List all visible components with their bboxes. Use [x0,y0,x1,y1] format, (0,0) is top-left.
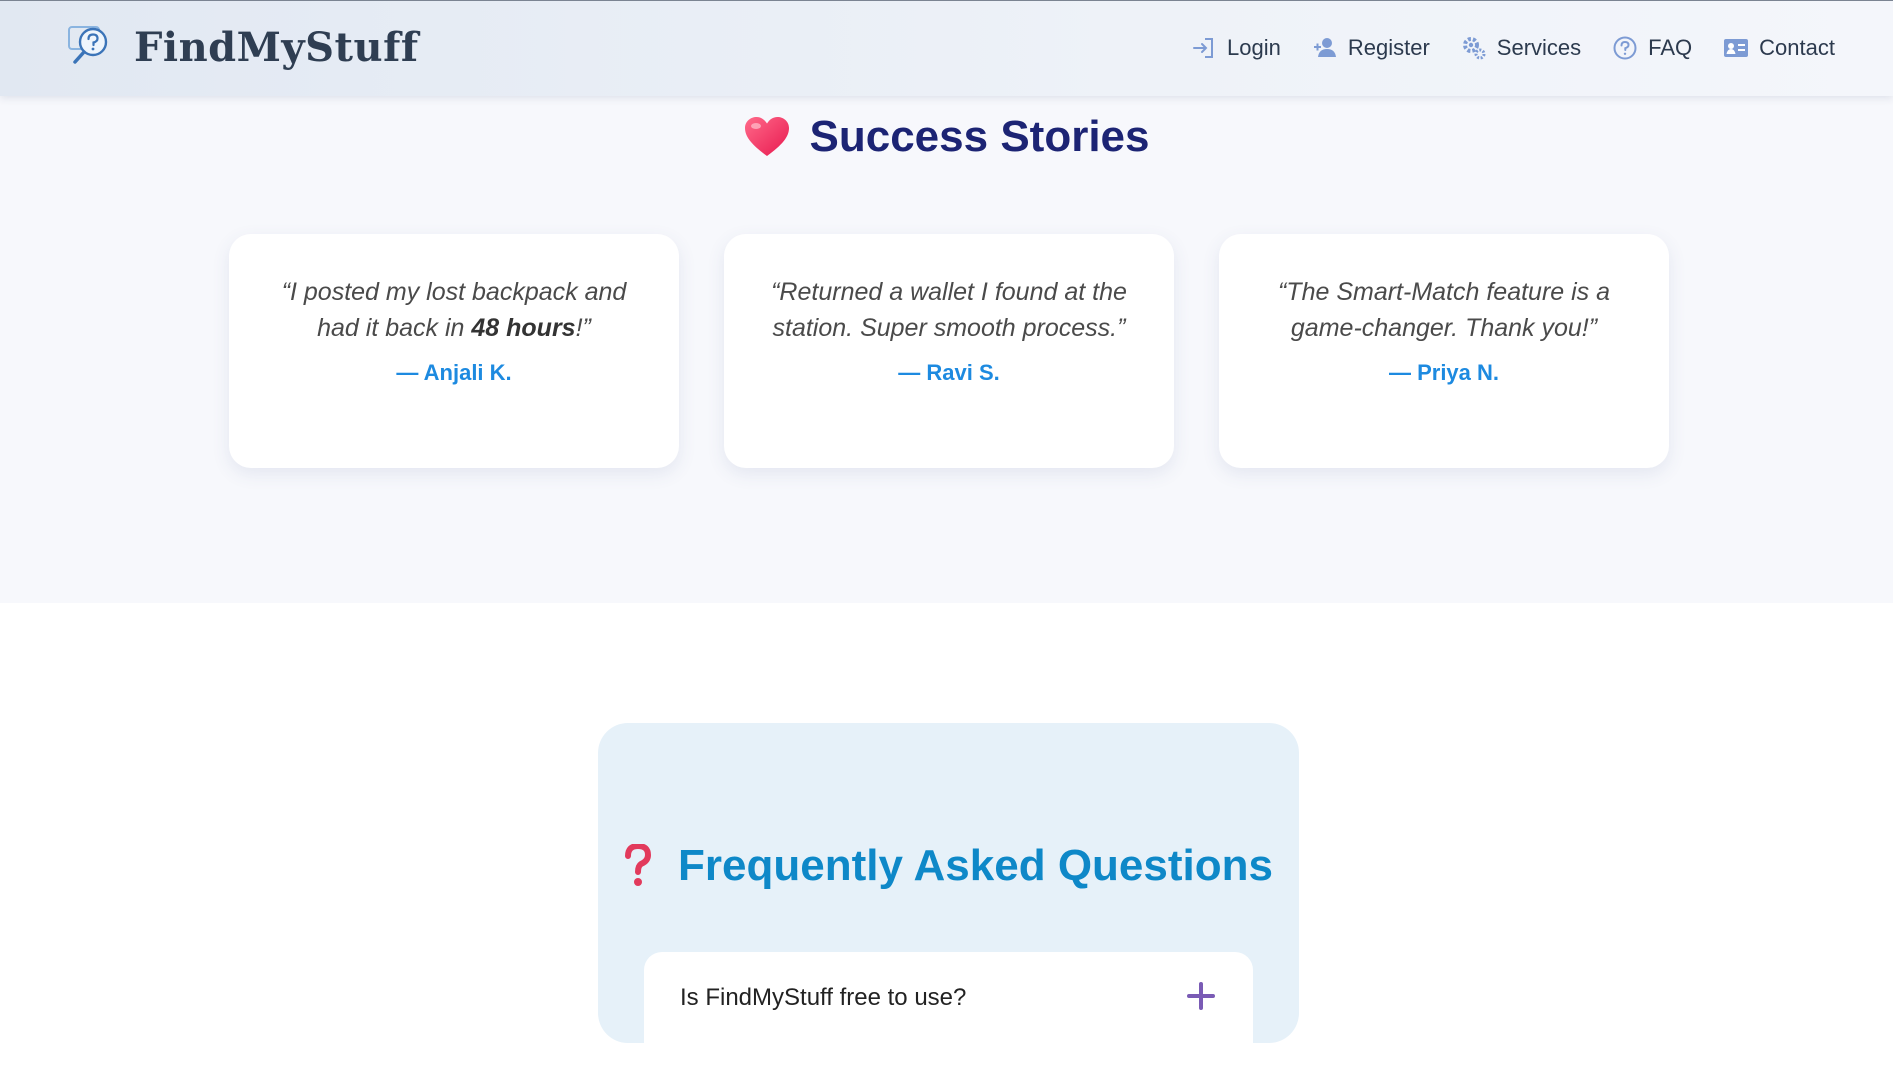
brand[interactable]: FindMyStuff [66,23,419,71]
question-mark-icon [625,844,652,886]
story-quote: “Returned a wallet I found at the statio… [771,278,1127,342]
faq-heading: Frequently Asked Questions [678,841,1273,890]
story-card: “Returned a wallet I found at the statio… [724,234,1174,468]
main-nav: Login Register Services FAQ Contact [1160,35,1835,61]
nav-register[interactable]: Register [1312,35,1430,61]
story-author: — Priya N. [1388,360,1500,385]
plus-icon[interactable] [1187,982,1215,1010]
nav-contact-label: Contact [1759,35,1835,60]
nav-login[interactable]: Login [1191,35,1281,61]
nav-faq[interactable]: FAQ [1612,35,1692,61]
faq-question: Is FindMyStuff free to use? [680,984,967,1011]
brand-name: FindMyStuff [134,23,419,71]
success-stories-section: Success Stories “I posted my lost backpa… [0,96,1893,603]
story-card: “I posted my lost backpack and had it ba… [229,234,679,468]
nav-contact[interactable]: Contact [1723,35,1835,61]
story-author: — Ravi S. [898,360,1000,385]
nav-services-label: Services [1496,35,1582,60]
user-add-icon [1313,38,1336,57]
stories-heading: Success Stories [809,112,1150,161]
search-question-icon [68,26,108,64]
nav-register-label: Register [1347,35,1430,60]
contact-card-icon [1724,39,1749,57]
login-icon [1193,38,1214,58]
faq-title: Frequently Asked Questions [598,841,1299,891]
story-author: — Anjali K. [396,360,512,385]
story-quote: “The Smart-Match feature is a game-chang… [1277,278,1611,342]
heart-icon [744,117,789,156]
story-quote: “I posted my lost backpack and had it ba… [265,274,643,346]
story-card: “The Smart-Match feature is a game-chang… [1219,234,1669,468]
navbar: FindMyStuff Login Register Services FAQ … [0,0,1893,96]
faq-item[interactable]: Is FindMyStuff free to use? [644,952,1253,1072]
gears-icon [1462,37,1486,60]
quote-highlight: 48 hours [471,314,576,342]
nav-login-label: Login [1227,35,1281,60]
faq-section: Frequently Asked Questions Is FindMyStuf… [598,723,1299,1072]
quote-text-end: !” [575,314,591,342]
nav-faq-label: FAQ [1648,35,1693,60]
nav-services[interactable]: Services [1461,35,1581,61]
stories-title: Success Stories [0,112,1893,162]
question-circle-icon [1613,36,1637,60]
